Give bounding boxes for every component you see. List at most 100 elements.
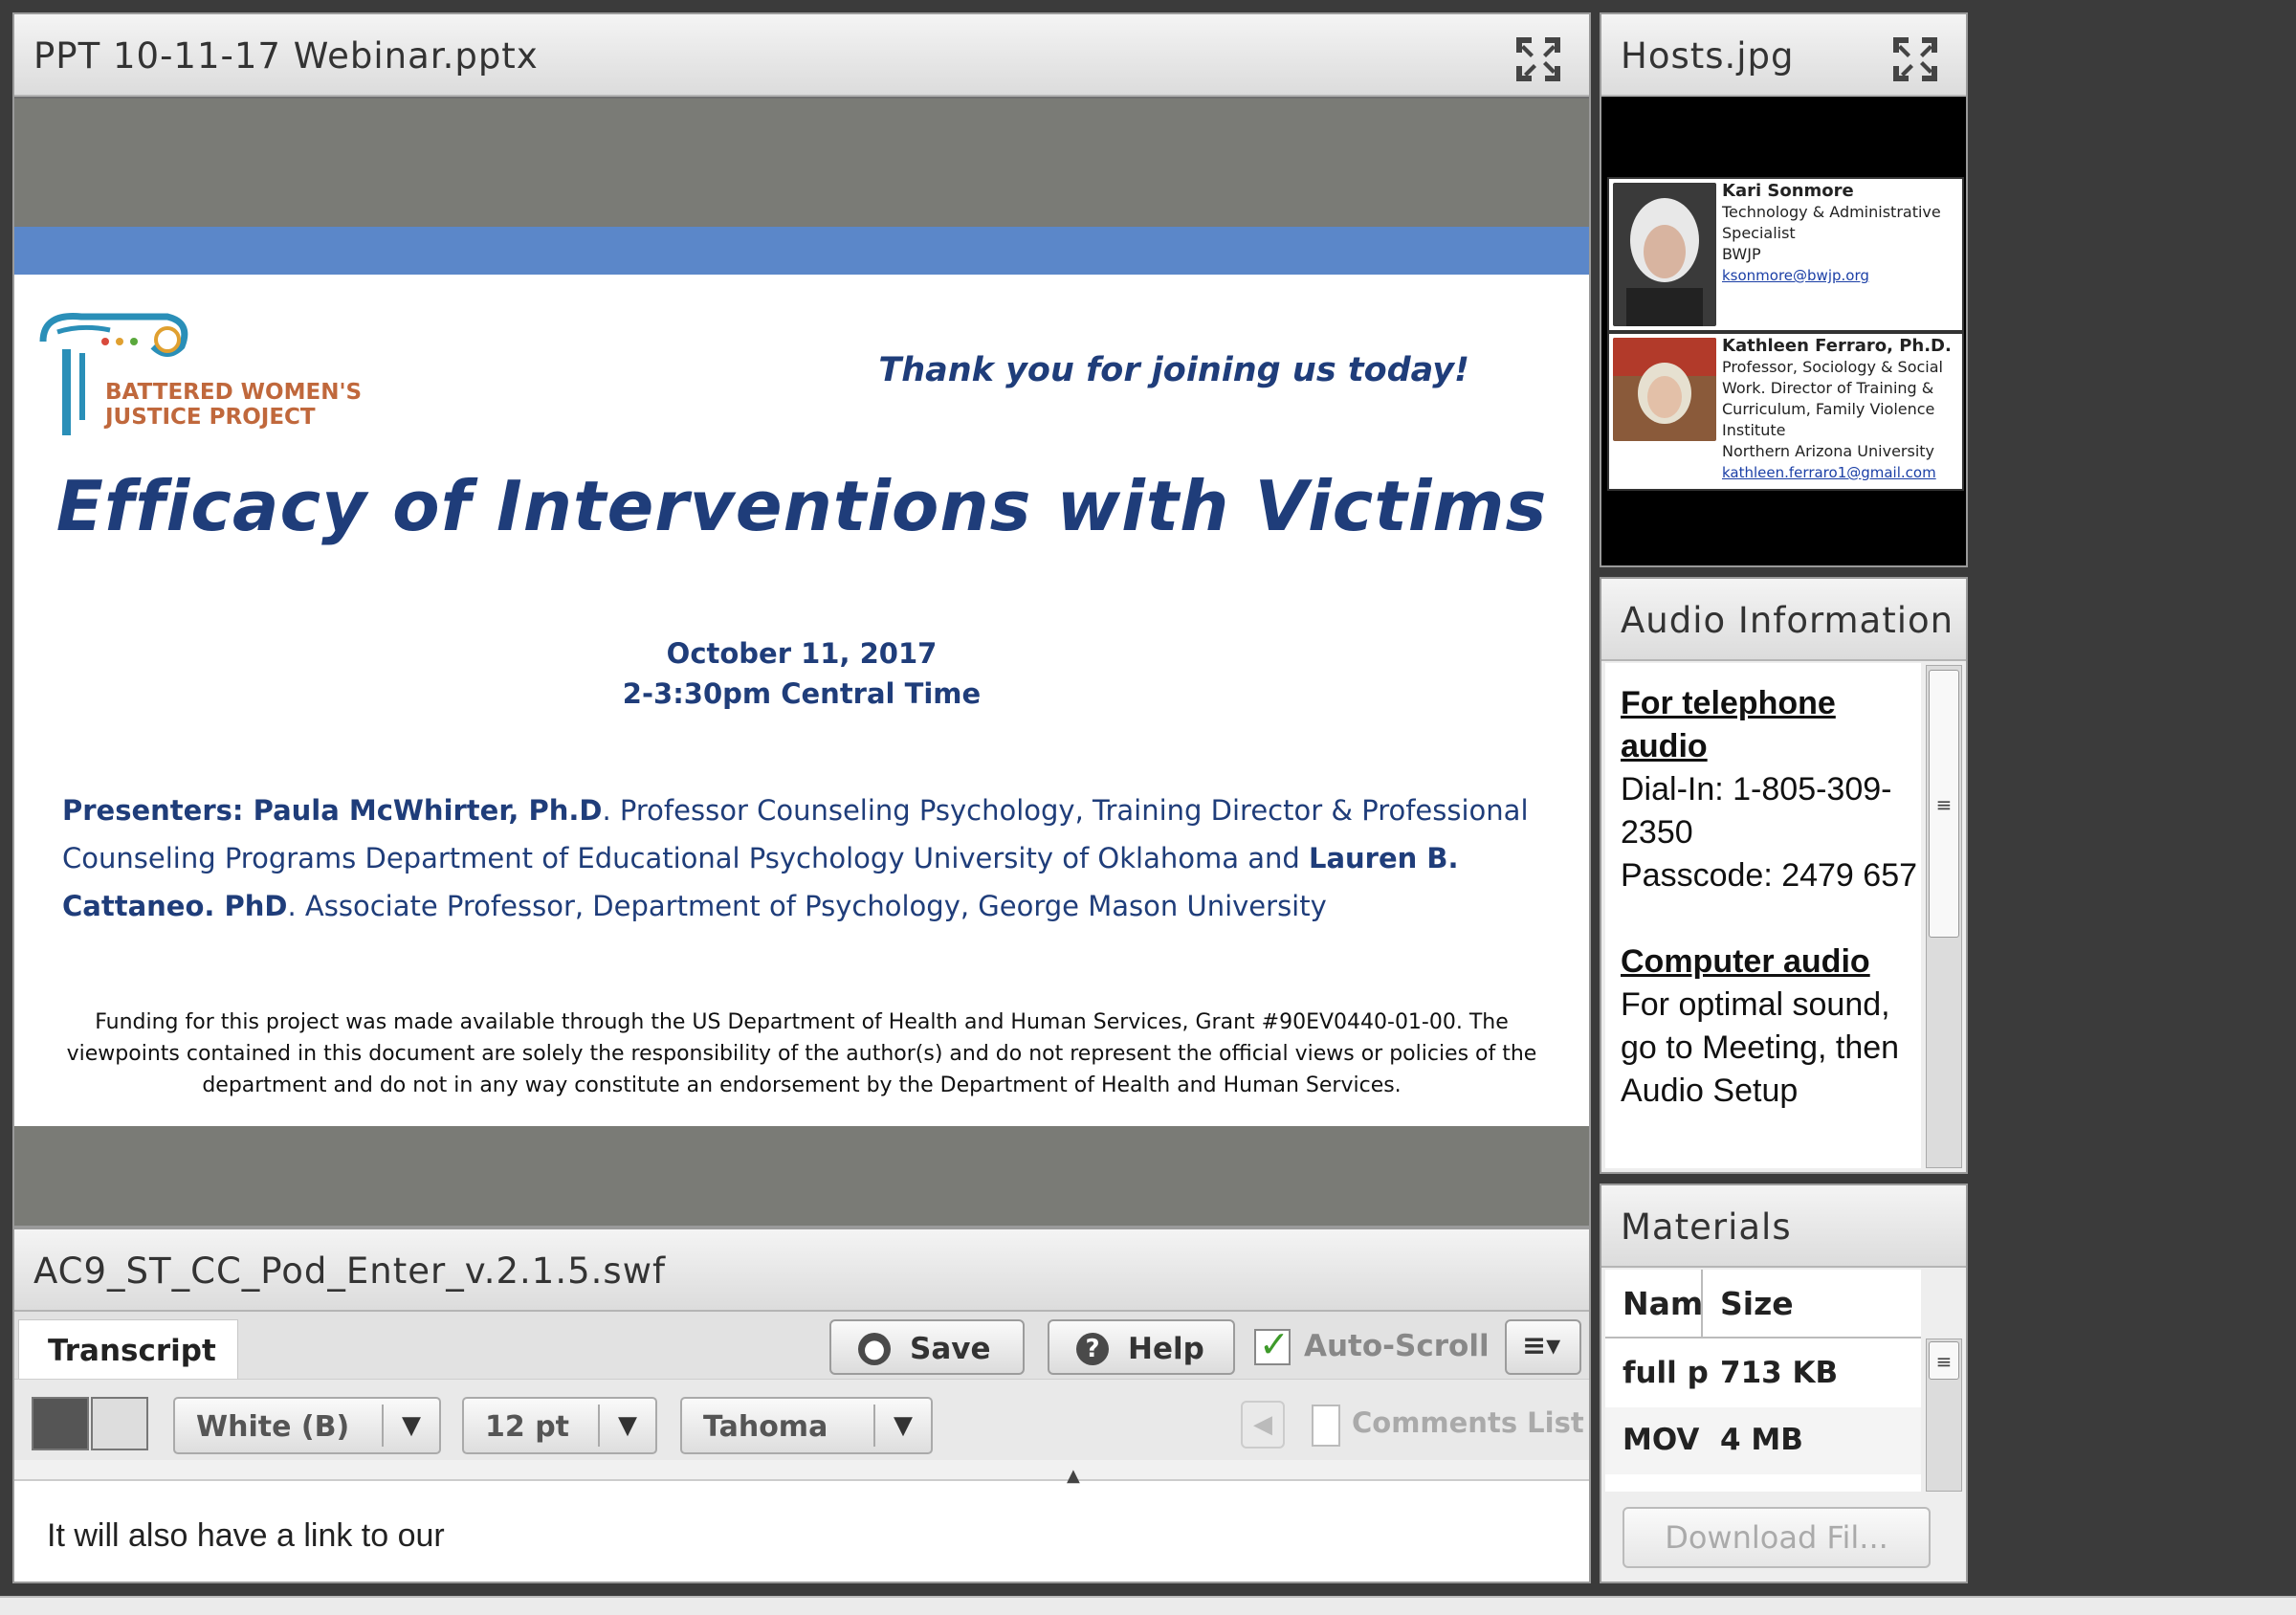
- slide-date-block: October 11, 2017 2-3:30pm Central Time: [14, 633, 1589, 714]
- autoscroll-checkbox[interactable]: ✓: [1254, 1323, 1291, 1365]
- chevron-down-icon: ▼: [382, 1405, 439, 1447]
- transcript-area[interactable]: ▲ It will also have a link to our: [14, 1466, 1589, 1582]
- host-info-1: Kari Sonmore Technology & Administrative…: [1722, 181, 1960, 286]
- table-row[interactable]: full p 713 KB: [1605, 1340, 1921, 1407]
- materials-table: Nam Size full p 713 KB MOV 4 MB: [1605, 1270, 1921, 1492]
- presenters-text2: . Associate Professor, Department of Psy…: [287, 890, 1327, 922]
- host1-line1: Technology & Administrative: [1722, 203, 1941, 221]
- checkmark-icon: ✓: [1259, 1323, 1290, 1365]
- slide-presenters: Presenters: Paula McWhirter, Ph.D. Profe…: [62, 786, 1541, 930]
- hosts-pod-header: Hosts.jpg: [1601, 14, 1966, 97]
- slide-title: Efficacy of Interventions with Victims: [55, 466, 1548, 546]
- col-size[interactable]: Size: [1720, 1285, 1794, 1322]
- scroll-thumb[interactable]: ≡: [1929, 1341, 1959, 1380]
- row-name: MOV: [1623, 1423, 1700, 1457]
- save-disc-icon: ●: [858, 1333, 891, 1365]
- col-divider: [1701, 1270, 1703, 1338]
- transcript-text: It will also have a link to our: [47, 1517, 445, 1554]
- host-card-2: Kathleen Ferraro, Ph.D. Professor, Socio…: [1607, 332, 1964, 491]
- cc-toolbar: White (B) ▼ 12 pt ▼ Tahoma ▼ ◀ Comments …: [14, 1379, 1589, 1460]
- host1-email[interactable]: ksonmore@bwjp.org: [1722, 265, 1960, 286]
- help-icon: ?: [1076, 1333, 1109, 1365]
- materials-pod-header: Materials: [1601, 1185, 1966, 1268]
- col-name[interactable]: Nam: [1623, 1285, 1703, 1322]
- hosts-pod: Hosts.jpg Kari Sonmore Technology & Admi…: [1600, 12, 1968, 567]
- host2-line2: Work. Director of Training &: [1722, 379, 1934, 397]
- host1-line2: Specialist: [1722, 224, 1796, 242]
- host2-line3: Curriculum, Family Violence: [1722, 400, 1935, 418]
- host-info-2: Kathleen Ferraro, Ph.D. Professor, Socio…: [1722, 336, 1960, 483]
- ppt-pod-title: PPT 10-11-17 Webinar.pptx: [33, 35, 539, 77]
- autoscroll-label: Auto-Scroll: [1304, 1329, 1490, 1363]
- audio-pod-header: Audio Information: [1601, 579, 1966, 661]
- font-select[interactable]: Tahoma ▼: [680, 1397, 933, 1454]
- computer-text: For optimal sound, go to Meeting, then A…: [1621, 986, 1900, 1109]
- audio-pod-title: Audio Information: [1621, 600, 1954, 641]
- comments-label: Comments List: [1352, 1406, 1584, 1439]
- ppt-pod-header: PPT 10-11-17 Webinar.pptx: [14, 14, 1589, 97]
- chevron-down-icon: ▼: [598, 1405, 655, 1447]
- menu-lines-icon: ≡▾: [1522, 1329, 1561, 1362]
- computer-heading: Computer audio: [1621, 943, 1870, 980]
- save-button[interactable]: ● Save: [829, 1319, 1025, 1375]
- cc-pod-title: AC9_ST_CC_Pod_Enter_v.2.1.5.swf: [33, 1250, 666, 1292]
- host2-email[interactable]: kathleen.ferraro1@gmail.com: [1722, 462, 1960, 483]
- host-photo-2: [1613, 338, 1716, 441]
- color-select[interactable]: White (B) ▼: [173, 1397, 441, 1454]
- table-header: Nam Size: [1605, 1270, 1921, 1338]
- tab-transcript[interactable]: Transcript: [18, 1319, 238, 1379]
- slide-funding: Funding for this project was made availa…: [66, 1010, 1537, 1097]
- slide-time: 2-3:30pm Central Time: [622, 677, 982, 710]
- cc-pod-header: AC9_ST_CC_Pod_Enter_v.2.1.5.swf: [14, 1229, 1589, 1312]
- slide-top-margin: [14, 99, 1589, 227]
- dial-in: Dial-In: 1-805-309-2350: [1621, 771, 1892, 851]
- host1-line3: BWJP: [1722, 245, 1761, 263]
- table-row[interactable]: MOV 4 MB: [1605, 1407, 1921, 1474]
- size-select-value: 12 pt: [485, 1410, 570, 1444]
- host-card-1: Kari Sonmore Technology & Administrative…: [1607, 177, 1964, 332]
- presentation-slide: BATTERED WOMEN'S JUSTICE PROJECT Thank y…: [14, 227, 1589, 1126]
- size-select[interactable]: 12 pt ▼: [462, 1397, 657, 1454]
- presenters-label: Presenters: Paula McWhirter, Ph.D: [62, 794, 603, 827]
- hosts-pod-title: Hosts.jpg: [1621, 35, 1795, 77]
- captions-pod: AC9_ST_CC_Pod_Enter_v.2.1.5.swf Transcri…: [12, 1228, 1591, 1583]
- audio-scrollbar[interactable]: ≡: [1926, 665, 1962, 1168]
- materials-pod-title: Materials: [1621, 1206, 1792, 1248]
- options-menu-button[interactable]: ≡▾: [1505, 1319, 1581, 1375]
- phone-heading: For telephone audio: [1621, 685, 1836, 764]
- materials-pod: Materials Nam Size full p 713 KB MOV 4 M…: [1600, 1184, 1968, 1583]
- host2-name: Kathleen Ferraro, Ph.D.: [1722, 336, 1952, 356]
- slide-bottom-margin: [14, 1126, 1589, 1226]
- collapse-arrow-icon[interactable]: ▲: [1067, 1466, 1080, 1486]
- logo-line2: JUSTICE PROJECT: [105, 405, 316, 430]
- font-select-value: Tahoma: [703, 1410, 828, 1444]
- fullscreen-icon[interactable]: [1514, 35, 1562, 83]
- host2-line4: Institute: [1722, 421, 1786, 439]
- row-name: full p: [1623, 1356, 1709, 1390]
- slide-date: October 11, 2017: [666, 637, 938, 670]
- comments-checkbox[interactable]: [1312, 1405, 1340, 1447]
- save-label: Save: [910, 1332, 991, 1366]
- logo-line1: BATTERED WOMEN'S: [105, 380, 363, 405]
- materials-scrollbar[interactable]: ≡: [1926, 1338, 1962, 1492]
- audio-info-body: For telephone audio Dial-In: 1-805-309-2…: [1605, 663, 1921, 1168]
- host-photo-1: [1613, 183, 1716, 326]
- slide-accent-bar: [14, 227, 1589, 275]
- download-file-button[interactable]: Download Fil...: [1623, 1507, 1931, 1568]
- color-select-value: White (B): [196, 1410, 350, 1444]
- fullscreen-icon[interactable]: [1891, 35, 1939, 83]
- host2-line1: Professor, Sociology & Social: [1722, 358, 1943, 376]
- layout-single-icon[interactable]: [32, 1397, 89, 1450]
- help-button[interactable]: ? Help: [1048, 1319, 1235, 1375]
- logo-text: BATTERED WOMEN'S JUSTICE PROJECT: [105, 380, 362, 430]
- audio-pod: Audio Information For telephone audio Di…: [1600, 577, 1968, 1174]
- host1-name: Kari Sonmore: [1722, 181, 1854, 201]
- row-size: 4 MB: [1720, 1423, 1803, 1457]
- scroll-thumb[interactable]: ≡: [1929, 670, 1959, 938]
- help-label: Help: [1128, 1332, 1204, 1366]
- host2-line5: Northern Arizona University: [1722, 442, 1935, 460]
- row-size: 713 KB: [1720, 1356, 1839, 1390]
- chevron-down-icon: ▼: [873, 1405, 931, 1447]
- layout-split-icon[interactable]: [91, 1397, 148, 1450]
- back-icon[interactable]: ◀: [1241, 1401, 1285, 1449]
